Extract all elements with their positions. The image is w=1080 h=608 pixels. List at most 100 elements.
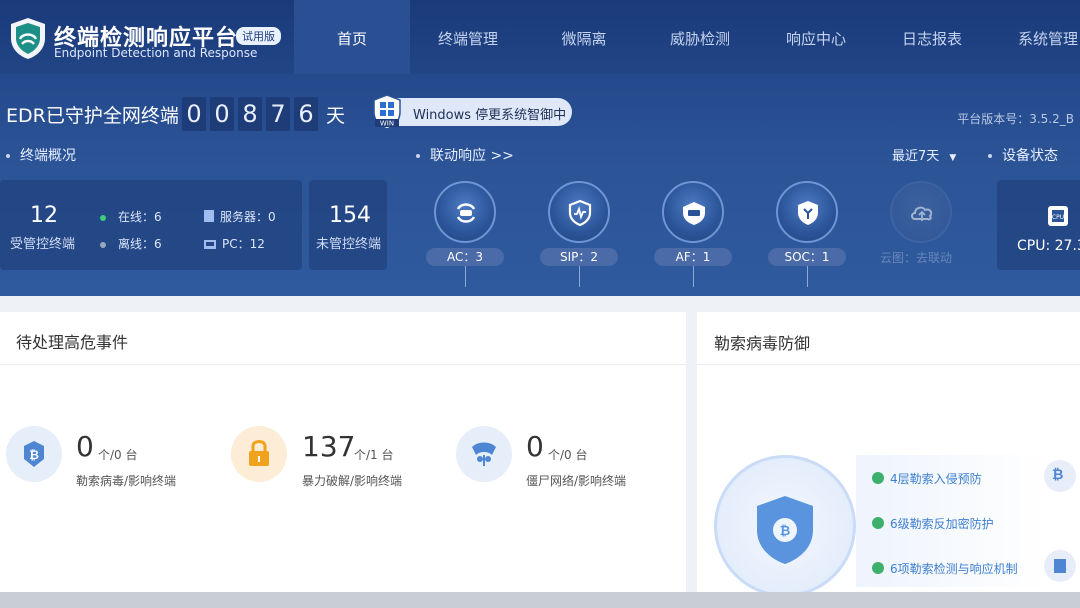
brand-subtitle: Endpoint Detection and Response: [54, 46, 258, 60]
chevron-down-icon: ▼: [949, 153, 957, 163]
overview-title-wrap: 终端概况: [6, 145, 76, 165]
connector-line: [807, 263, 808, 287]
nav-home[interactable]: 首页: [294, 0, 410, 74]
bullet-dot: [988, 154, 992, 158]
main-nav: 首页 终端管理 微隔离 威胁检测 响应中心 日志报表 系统管理: [294, 0, 1080, 74]
server-icon: [204, 210, 214, 222]
ac-gateway-icon: [456, 203, 476, 223]
lock-icon: [249, 440, 269, 466]
defense-item-text: 4层勒索入侵预防: [890, 472, 982, 486]
file-badge-icon: [1044, 550, 1076, 582]
nav-system-management[interactable]: 系统管理: [990, 0, 1080, 74]
online-dot-icon: [100, 214, 106, 221]
bruteforce-event-icon-wrap[interactable]: [231, 426, 287, 482]
ransomware-unit: 个/0 台: [98, 448, 138, 462]
days-digit: 0: [182, 97, 206, 131]
unmanaged-count: 154: [329, 203, 371, 228]
bruteforce-unit: 个/1 台: [354, 448, 394, 462]
device-title-wrap: 设备状态: [988, 145, 1058, 165]
pc-text: PC：12: [222, 237, 265, 251]
overview-title: 终端概况: [20, 148, 76, 164]
bitcoin-badge-icon: ₿: [1044, 460, 1076, 492]
bruteforce-label: 暴力破解/影响终端: [302, 474, 403, 488]
nav-response-center[interactable]: 响应中心: [758, 0, 874, 74]
check-shield-icon: [872, 472, 884, 484]
pc-stat[interactable]: PC：12: [204, 235, 265, 252]
cloud-node[interactable]: [890, 181, 952, 243]
nav-log-reports[interactable]: 日志报表: [874, 0, 990, 74]
botnet-event-icon-wrap[interactable]: [456, 426, 512, 482]
ransomware-count[interactable]: 0: [76, 430, 94, 463]
svg-text:₿: ₿: [780, 524, 791, 539]
cloud-icon: [911, 206, 933, 221]
server-text: 服务器：0: [220, 210, 276, 224]
managed-count: 12: [30, 203, 58, 228]
days-digit: 0: [210, 97, 234, 131]
ransomware-label: 勒索病毒/影响终端: [76, 474, 177, 488]
check-shield-icon: [872, 517, 884, 529]
ac-pill[interactable]: AC：3: [426, 248, 504, 266]
ransomware-defense-title: 勒索病毒防御: [714, 334, 811, 353]
sip-node[interactable]: [548, 181, 610, 243]
af-pill[interactable]: AF：1: [654, 248, 732, 266]
ransomware-event-icon-wrap[interactable]: ₿: [6, 426, 62, 482]
botnet-icon: [472, 442, 496, 466]
offline-stat[interactable]: 离线：6: [100, 235, 162, 252]
ransomware-shield-icon: ₿: [757, 496, 813, 564]
botnet-count[interactable]: 0: [526, 430, 544, 463]
online-stat[interactable]: 在线：6: [100, 208, 162, 225]
linkage-title[interactable]: 联动响应 >>: [430, 148, 514, 164]
offline-text: 离线：6: [118, 237, 162, 251]
soc-pill[interactable]: SOC：1: [768, 248, 846, 266]
bottom-scrollbar[interactable]: [0, 592, 1080, 608]
soc-shield-icon: [798, 201, 818, 225]
online-text: 在线：6: [118, 210, 162, 224]
offline-dot-icon: [100, 241, 106, 248]
connector-line: [465, 263, 466, 287]
connector-line: [579, 263, 580, 287]
botnet-label: 僵尸网络/影响终端: [526, 474, 627, 488]
cpu-icon: CPU: [1048, 206, 1068, 226]
unmanaged-label: 未管控终端: [316, 237, 382, 252]
pending-events-title: 待处理高危事件: [16, 333, 129, 352]
days-digit: 6: [294, 97, 318, 131]
time-range-select[interactable]: 最近7天 ▼: [892, 145, 956, 164]
cloud-link-label[interactable]: 云图：去联动: [880, 249, 952, 266]
protect-label: EDR已守护全网终端: [6, 105, 179, 127]
nav-threat-detection[interactable]: 威胁检测: [642, 0, 758, 74]
botnet-unit: 个/0 台: [548, 448, 588, 462]
af-node[interactable]: [662, 181, 724, 243]
windows-tag: WIN: [380, 120, 394, 128]
days-digit: 7: [266, 97, 290, 131]
time-range-value: 最近7天: [892, 149, 940, 164]
platform-version: 平台版本号：3.5.2_B: [957, 112, 1074, 126]
bruteforce-count[interactable]: 137: [302, 430, 355, 463]
sip-shield-icon: [568, 199, 592, 227]
linkage-title-wrap[interactable]: 联动响应 >>: [416, 145, 514, 165]
cpu-usage: CPU: 27.3: [1017, 238, 1080, 254]
days-unit: 天: [326, 105, 346, 127]
defense-item-1[interactable]: 4层勒索入侵预防: [872, 470, 982, 487]
defense-item-text: 6级勒索反加密防护: [890, 517, 994, 531]
defense-item-3[interactable]: 6项勒索检测与响应机制: [872, 560, 1018, 577]
defense-item-2[interactable]: 6级勒索反加密防护: [872, 515, 994, 532]
soc-node[interactable]: [776, 181, 838, 243]
connector-line: [693, 263, 694, 287]
bullet-dot: [6, 154, 10, 158]
nav-endpoint-management[interactable]: 终端管理: [410, 0, 526, 74]
nav-micro-segmentation[interactable]: 微隔离: [526, 0, 642, 74]
top-bar: 终端检测响应平台 试用版 Endpoint Detection and Resp…: [0, 0, 1080, 75]
sip-pill[interactable]: SIP：2: [540, 248, 618, 266]
svg-text:₿: ₿: [29, 448, 39, 462]
monitor-icon: [204, 240, 216, 249]
device-status-title: 设备状态: [1002, 148, 1058, 164]
af-firewall-icon: [683, 202, 705, 225]
bitcoin-shield-icon: ₿: [24, 441, 44, 467]
bullet-dot: [416, 154, 420, 158]
trial-badge: 试用版: [236, 27, 281, 45]
windows-eol-text: Windows 停更系统智御中: [413, 108, 567, 123]
defense-item-text: 6项勒索检测与响应机制: [890, 562, 1018, 576]
divider: [697, 364, 1080, 365]
server-stat[interactable]: 服务器：0: [204, 208, 276, 225]
ac-node[interactable]: [434, 181, 496, 243]
